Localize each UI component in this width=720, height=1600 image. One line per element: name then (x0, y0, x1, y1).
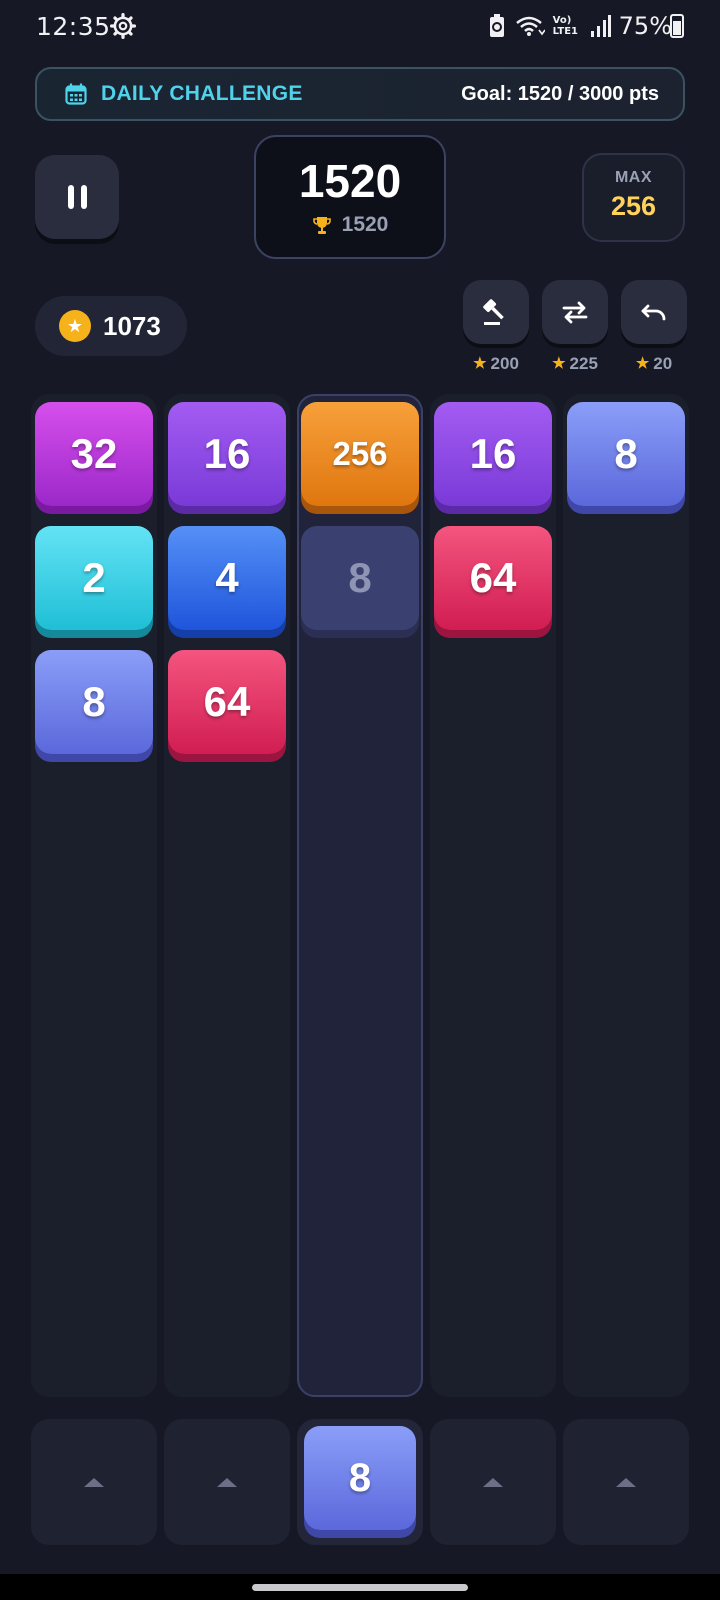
hammer-cost: 200 (490, 354, 519, 373)
drop-slot-1[interactable] (31, 1419, 157, 1545)
up-arrow-icon (217, 1477, 237, 1487)
board-column-4[interactable]: 16 64 (430, 394, 556, 1397)
swap-button[interactable] (542, 280, 608, 344)
tile: 32 (35, 402, 153, 506)
powerup-hammer: ★ 200 (463, 280, 529, 374)
pause-button[interactable] (35, 155, 119, 239)
drop-slot-3[interactable]: 8 (297, 1419, 423, 1545)
status-time: 12:35 (36, 12, 111, 41)
battery-percent: 75% (618, 12, 672, 40)
battery-saver-icon (489, 14, 504, 37)
tile: 16 (168, 402, 286, 506)
up-arrow-icon (84, 1477, 104, 1487)
challenge-goal: Goal: 1520 / 3000 pts (461, 82, 659, 105)
star-icon: ★ (473, 355, 487, 372)
swap-cost: 225 (569, 354, 598, 373)
powerup-swap: ★ 225 (542, 280, 608, 374)
swap-arrows-icon (562, 301, 588, 324)
drop-slot-5[interactable] (563, 1419, 689, 1545)
board-column-1[interactable]: 32 2 8 (31, 394, 157, 1397)
tile: 64 (434, 526, 552, 630)
max-tile-panel: MAX 256 (582, 153, 685, 242)
tile: 8 (35, 650, 153, 754)
board-column-2[interactable]: 16 4 64 (164, 394, 290, 1397)
best-score-row: 1520 (256, 213, 444, 237)
star-icon: ★ (552, 355, 566, 372)
home-gesture-handle[interactable] (252, 1584, 468, 1591)
up-arrow-icon (616, 1477, 636, 1487)
next-tile[interactable]: 8 (304, 1426, 416, 1530)
settings-gear-icon (110, 13, 136, 39)
tile: 256 (301, 402, 419, 506)
star-coin-icon: ★ (59, 310, 91, 342)
daily-challenge-banner[interactable]: DAILY CHALLENGE Goal: 1520 / 3000 pts (35, 67, 685, 121)
coins-value: 1073 (103, 310, 161, 341)
current-score: 1520 (298, 155, 402, 207)
network-label: Vo) LTE1 (552, 15, 578, 37)
powerup-undo: ★ 20 (621, 280, 687, 374)
trophy-icon (312, 217, 331, 234)
max-label: MAX (614, 169, 653, 186)
undo-cost: 20 (653, 354, 673, 373)
up-arrow-icon (483, 1477, 503, 1487)
battery-icon (670, 14, 684, 38)
pause-icon (67, 185, 74, 209)
max-value: 256 (610, 191, 657, 221)
status-indicators: Vo) LTE1 75% (487, 12, 672, 40)
drop-slot-2[interactable] (164, 1419, 290, 1545)
undo-icon (641, 304, 666, 321)
board-column-3[interactable]: 256 8 (297, 394, 423, 1397)
system-nav-bar (0, 1574, 720, 1600)
calendar-icon (65, 83, 87, 105)
tile: 8 (567, 402, 685, 506)
status-bar: 12:35 Vo) LTE1 75% (0, 0, 720, 54)
coins-balance[interactable]: ★ 1073 (35, 296, 187, 356)
drop-slot-4[interactable] (430, 1419, 556, 1545)
wifi-icon (515, 16, 545, 36)
tile: 64 (168, 650, 286, 754)
ghost-tile-preview: 8 (301, 526, 419, 630)
signal-icon (590, 15, 611, 37)
score-panel: 1520 1520 (254, 135, 446, 259)
tile: 16 (434, 402, 552, 506)
hammer-button[interactable] (463, 280, 529, 344)
star-icon: ★ (635, 355, 650, 372)
challenge-title: DAILY CHALLENGE (101, 82, 303, 105)
hammer-icon (483, 299, 504, 325)
undo-button[interactable] (621, 280, 687, 344)
tile: 2 (35, 526, 153, 630)
tile: 4 (168, 526, 286, 630)
best-score: 1520 (341, 213, 389, 236)
board-column-5[interactable]: 8 (563, 394, 689, 1397)
